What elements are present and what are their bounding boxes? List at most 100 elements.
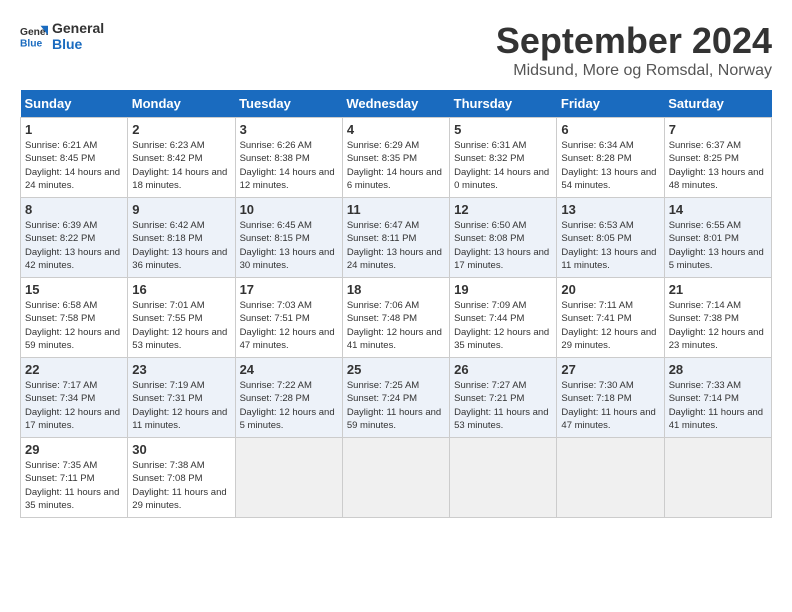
calendar-cell: 17 Sunrise: 7:03 AM Sunset: 7:51 PM Dayl… <box>235 278 342 358</box>
day-number: 6 <box>561 122 659 137</box>
day-number: 11 <box>347 202 445 217</box>
day-number: 17 <box>240 282 338 297</box>
calendar-week-3: 15 Sunrise: 6:58 AM Sunset: 7:58 PM Dayl… <box>21 278 772 358</box>
calendar-cell: 26 Sunrise: 7:27 AM Sunset: 7:21 PM Dayl… <box>450 358 557 438</box>
day-number: 27 <box>561 362 659 377</box>
day-info: Sunrise: 7:09 AM Sunset: 7:44 PM Dayligh… <box>454 299 552 352</box>
day-number: 15 <box>25 282 123 297</box>
day-number: 21 <box>669 282 767 297</box>
day-info: Sunrise: 6:47 AM Sunset: 8:11 PM Dayligh… <box>347 219 445 272</box>
col-thursday: Thursday <box>450 90 557 118</box>
day-info: Sunrise: 6:29 AM Sunset: 8:35 PM Dayligh… <box>347 139 445 192</box>
day-info: Sunrise: 6:58 AM Sunset: 7:58 PM Dayligh… <box>25 299 123 352</box>
day-number: 16 <box>132 282 230 297</box>
calendar-cell: 21 Sunrise: 7:14 AM Sunset: 7:38 PM Dayl… <box>664 278 771 358</box>
calendar-cell: 1 Sunrise: 6:21 AM Sunset: 8:45 PM Dayli… <box>21 118 128 198</box>
day-info: Sunrise: 7:03 AM Sunset: 7:51 PM Dayligh… <box>240 299 338 352</box>
day-number: 29 <box>25 442 123 457</box>
calendar-cell: 7 Sunrise: 6:37 AM Sunset: 8:25 PM Dayli… <box>664 118 771 198</box>
day-number: 20 <box>561 282 659 297</box>
month-title: September 2024 <box>496 20 772 62</box>
day-info: Sunrise: 6:45 AM Sunset: 8:15 PM Dayligh… <box>240 219 338 272</box>
day-number: 22 <box>25 362 123 377</box>
calendar-cell <box>235 438 342 518</box>
day-info: Sunrise: 6:31 AM Sunset: 8:32 PM Dayligh… <box>454 139 552 192</box>
calendar-cell <box>450 438 557 518</box>
day-info: Sunrise: 7:06 AM Sunset: 7:48 PM Dayligh… <box>347 299 445 352</box>
calendar-cell: 28 Sunrise: 7:33 AM Sunset: 7:14 PM Dayl… <box>664 358 771 438</box>
day-info: Sunrise: 7:38 AM Sunset: 7:08 PM Dayligh… <box>132 459 230 512</box>
day-info: Sunrise: 6:34 AM Sunset: 8:28 PM Dayligh… <box>561 139 659 192</box>
calendar-cell: 16 Sunrise: 7:01 AM Sunset: 7:55 PM Dayl… <box>128 278 235 358</box>
calendar-cell: 13 Sunrise: 6:53 AM Sunset: 8:05 PM Dayl… <box>557 198 664 278</box>
calendar-cell: 27 Sunrise: 7:30 AM Sunset: 7:18 PM Dayl… <box>557 358 664 438</box>
day-number: 4 <box>347 122 445 137</box>
calendar-cell <box>342 438 449 518</box>
day-number: 28 <box>669 362 767 377</box>
col-monday: Monday <box>128 90 235 118</box>
day-number: 9 <box>132 202 230 217</box>
day-info: Sunrise: 6:26 AM Sunset: 8:38 PM Dayligh… <box>240 139 338 192</box>
day-info: Sunrise: 7:25 AM Sunset: 7:24 PM Dayligh… <box>347 379 445 432</box>
calendar-cell: 29 Sunrise: 7:35 AM Sunset: 7:11 PM Dayl… <box>21 438 128 518</box>
calendar-cell: 15 Sunrise: 6:58 AM Sunset: 7:58 PM Dayl… <box>21 278 128 358</box>
day-info: Sunrise: 7:11 AM Sunset: 7:41 PM Dayligh… <box>561 299 659 352</box>
day-info: Sunrise: 7:19 AM Sunset: 7:31 PM Dayligh… <box>132 379 230 432</box>
calendar-cell: 12 Sunrise: 6:50 AM Sunset: 8:08 PM Dayl… <box>450 198 557 278</box>
calendar-cell: 25 Sunrise: 7:25 AM Sunset: 7:24 PM Dayl… <box>342 358 449 438</box>
calendar-cell: 20 Sunrise: 7:11 AM Sunset: 7:41 PM Dayl… <box>557 278 664 358</box>
calendar-cell: 3 Sunrise: 6:26 AM Sunset: 8:38 PM Dayli… <box>235 118 342 198</box>
col-sunday: Sunday <box>21 90 128 118</box>
calendar-cell: 30 Sunrise: 7:38 AM Sunset: 7:08 PM Dayl… <box>128 438 235 518</box>
calendar-cell: 5 Sunrise: 6:31 AM Sunset: 8:32 PM Dayli… <box>450 118 557 198</box>
day-number: 26 <box>454 362 552 377</box>
day-info: Sunrise: 7:33 AM Sunset: 7:14 PM Dayligh… <box>669 379 767 432</box>
header: General Blue General Blue September 2024… <box>20 20 772 80</box>
calendar-week-2: 8 Sunrise: 6:39 AM Sunset: 8:22 PM Dayli… <box>21 198 772 278</box>
col-wednesday: Wednesday <box>342 90 449 118</box>
col-saturday: Saturday <box>664 90 771 118</box>
logo-text-blue: Blue <box>52 36 104 52</box>
day-number: 24 <box>240 362 338 377</box>
calendar-cell: 6 Sunrise: 6:34 AM Sunset: 8:28 PM Dayli… <box>557 118 664 198</box>
day-info: Sunrise: 6:23 AM Sunset: 8:42 PM Dayligh… <box>132 139 230 192</box>
day-number: 14 <box>669 202 767 217</box>
day-number: 13 <box>561 202 659 217</box>
col-friday: Friday <box>557 90 664 118</box>
day-info: Sunrise: 6:37 AM Sunset: 8:25 PM Dayligh… <box>669 139 767 192</box>
calendar-cell: 18 Sunrise: 7:06 AM Sunset: 7:48 PM Dayl… <box>342 278 449 358</box>
calendar-cell <box>557 438 664 518</box>
calendar-cell: 23 Sunrise: 7:19 AM Sunset: 7:31 PM Dayl… <box>128 358 235 438</box>
calendar-cell: 8 Sunrise: 6:39 AM Sunset: 8:22 PM Dayli… <box>21 198 128 278</box>
day-info: Sunrise: 7:17 AM Sunset: 7:34 PM Dayligh… <box>25 379 123 432</box>
day-number: 7 <box>669 122 767 137</box>
calendar-cell: 4 Sunrise: 6:29 AM Sunset: 8:35 PM Dayli… <box>342 118 449 198</box>
day-number: 3 <box>240 122 338 137</box>
day-number: 18 <box>347 282 445 297</box>
logo-text-general: General <box>52 20 104 36</box>
day-info: Sunrise: 6:42 AM Sunset: 8:18 PM Dayligh… <box>132 219 230 272</box>
calendar-cell: 19 Sunrise: 7:09 AM Sunset: 7:44 PM Dayl… <box>450 278 557 358</box>
day-number: 12 <box>454 202 552 217</box>
day-number: 5 <box>454 122 552 137</box>
day-number: 25 <box>347 362 445 377</box>
calendar-cell: 11 Sunrise: 6:47 AM Sunset: 8:11 PM Dayl… <box>342 198 449 278</box>
calendar-cell <box>664 438 771 518</box>
day-info: Sunrise: 6:55 AM Sunset: 8:01 PM Dayligh… <box>669 219 767 272</box>
day-info: Sunrise: 6:39 AM Sunset: 8:22 PM Dayligh… <box>25 219 123 272</box>
calendar-week-4: 22 Sunrise: 7:17 AM Sunset: 7:34 PM Dayl… <box>21 358 772 438</box>
svg-text:Blue: Blue <box>20 38 43 49</box>
calendar-cell: 22 Sunrise: 7:17 AM Sunset: 7:34 PM Dayl… <box>21 358 128 438</box>
calendar-cell: 24 Sunrise: 7:22 AM Sunset: 7:28 PM Dayl… <box>235 358 342 438</box>
day-number: 30 <box>132 442 230 457</box>
calendar-week-5: 29 Sunrise: 7:35 AM Sunset: 7:11 PM Dayl… <box>21 438 772 518</box>
calendar-table: Sunday Monday Tuesday Wednesday Thursday… <box>20 90 772 518</box>
logo-icon: General Blue <box>20 22 48 50</box>
day-info: Sunrise: 6:21 AM Sunset: 8:45 PM Dayligh… <box>25 139 123 192</box>
logo: General Blue General Blue <box>20 20 104 52</box>
day-number: 23 <box>132 362 230 377</box>
calendar-cell: 2 Sunrise: 6:23 AM Sunset: 8:42 PM Dayli… <box>128 118 235 198</box>
calendar-week-1: 1 Sunrise: 6:21 AM Sunset: 8:45 PM Dayli… <box>21 118 772 198</box>
day-info: Sunrise: 7:14 AM Sunset: 7:38 PM Dayligh… <box>669 299 767 352</box>
day-number: 19 <box>454 282 552 297</box>
